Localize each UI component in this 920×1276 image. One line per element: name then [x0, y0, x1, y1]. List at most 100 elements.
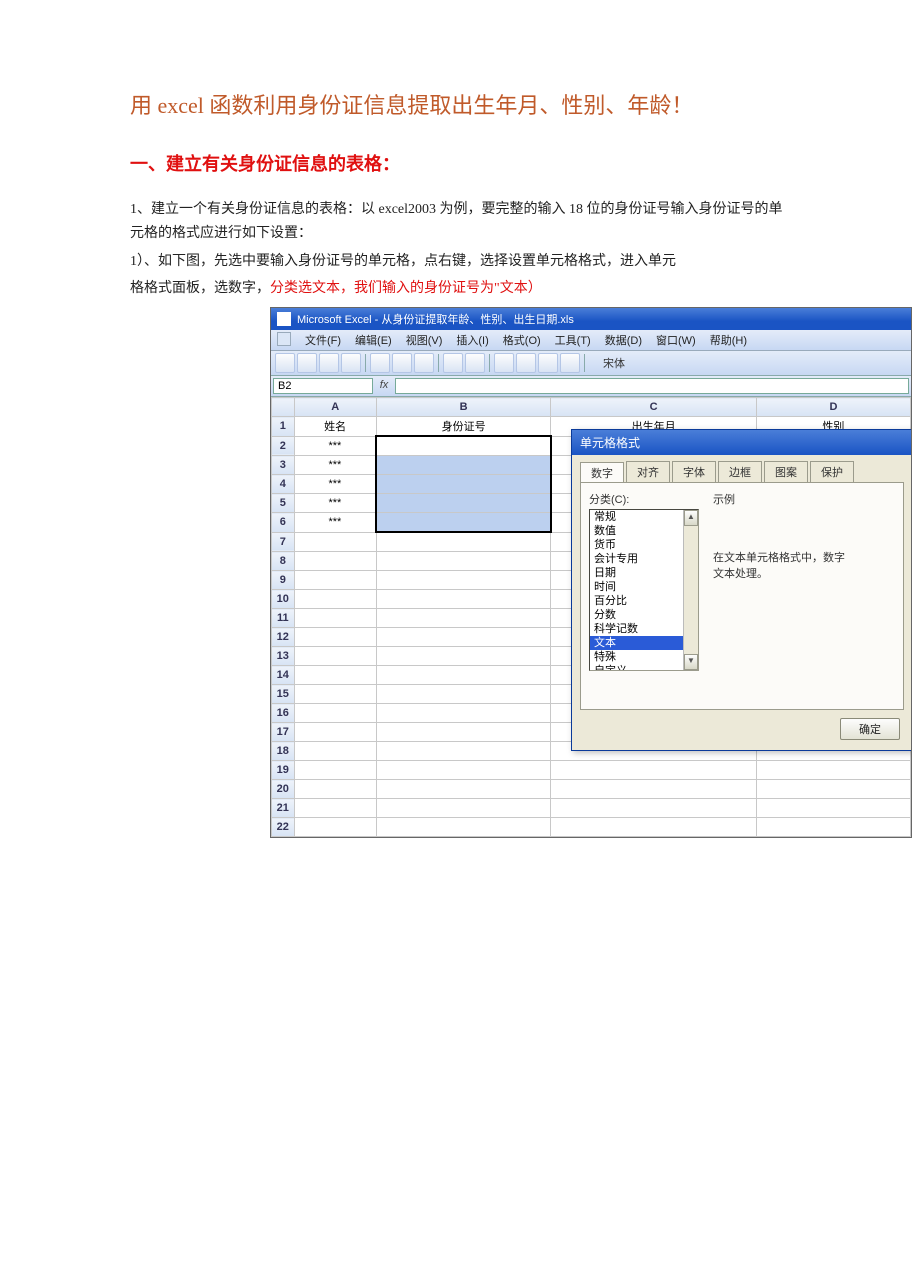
- cell[interactable]: [376, 742, 551, 761]
- list-item[interactable]: 百分比: [590, 594, 698, 608]
- row-header[interactable]: 10: [272, 590, 295, 609]
- menu-help[interactable]: 帮助(H): [710, 332, 747, 348]
- cell[interactable]: [376, 723, 551, 742]
- menu-bar[interactable]: 文件(F) 编辑(E) 视图(V) 插入(I) 格式(O) 工具(T) 数据(D…: [271, 330, 911, 351]
- row-header[interactable]: 4: [272, 475, 295, 494]
- cell[interactable]: [376, 609, 551, 628]
- scroll-down-icon[interactable]: ▼: [684, 654, 698, 670]
- menu-data[interactable]: 数据(D): [605, 332, 642, 348]
- menu-file[interactable]: 文件(F): [305, 332, 341, 348]
- row-header[interactable]: 16: [272, 704, 295, 723]
- list-item[interactable]: 数值: [590, 524, 698, 538]
- menu-edit[interactable]: 编辑(E): [355, 332, 392, 348]
- cell[interactable]: ***: [294, 436, 376, 456]
- cell[interactable]: [294, 742, 376, 761]
- cell[interactable]: [756, 780, 910, 799]
- cell[interactable]: [294, 532, 376, 552]
- cell[interactable]: [756, 818, 910, 837]
- menu-format[interactable]: 格式(O): [503, 332, 541, 348]
- menu-window[interactable]: 窗口(W): [656, 332, 696, 348]
- cell[interactable]: [294, 685, 376, 704]
- cell[interactable]: [756, 761, 910, 780]
- cell[interactable]: 身份证号: [376, 417, 551, 437]
- tab-alignment[interactable]: 对齐: [626, 461, 670, 482]
- col-header-C[interactable]: C: [551, 398, 756, 417]
- font-name-display[interactable]: 宋体: [603, 355, 625, 371]
- row-header[interactable]: 15: [272, 685, 295, 704]
- cell[interactable]: [551, 818, 756, 837]
- cell[interactable]: [294, 704, 376, 723]
- row-header[interactable]: 8: [272, 552, 295, 571]
- cell[interactable]: [551, 761, 756, 780]
- cell[interactable]: [376, 761, 551, 780]
- ok-button[interactable]: 确定: [840, 718, 900, 740]
- list-item[interactable]: 分数: [590, 608, 698, 622]
- cell[interactable]: [376, 704, 551, 723]
- cell[interactable]: [376, 532, 551, 552]
- row-header[interactable]: 21: [272, 799, 295, 818]
- toolbar-cut-icon[interactable]: [370, 353, 390, 373]
- cell[interactable]: ***: [294, 494, 376, 513]
- menu-view[interactable]: 视图(V): [406, 332, 443, 348]
- toolbar-new-icon[interactable]: [275, 353, 295, 373]
- cell[interactable]: [294, 590, 376, 609]
- tab-number[interactable]: 数字: [580, 462, 624, 483]
- cell[interactable]: [551, 799, 756, 818]
- list-item[interactable]: 特殊: [590, 650, 698, 664]
- cell[interactable]: 姓名: [294, 417, 376, 437]
- scrollbar[interactable]: ▲ ▼: [683, 510, 698, 670]
- tab-protection[interactable]: 保护: [810, 461, 854, 482]
- category-listbox[interactable]: 常规 数值 货币 会计专用 日期 时间 百分比 分数 科学记数 文本 特殊 自定…: [589, 509, 699, 671]
- cell[interactable]: [551, 780, 756, 799]
- selected-cell[interactable]: [376, 475, 551, 494]
- cell[interactable]: [294, 799, 376, 818]
- cell[interactable]: [294, 571, 376, 590]
- list-item[interactable]: 货币: [590, 538, 698, 552]
- name-box[interactable]: B2: [273, 378, 373, 394]
- tab-pattern[interactable]: 图案: [764, 461, 808, 482]
- col-header-A[interactable]: A: [294, 398, 376, 417]
- selected-cell[interactable]: [376, 513, 551, 533]
- row-header[interactable]: 3: [272, 456, 295, 475]
- cell[interactable]: [376, 666, 551, 685]
- toolbar-redo-icon[interactable]: [465, 353, 485, 373]
- toolbar-chart-icon[interactable]: [538, 353, 558, 373]
- list-item[interactable]: 自定义: [590, 664, 698, 671]
- row-header[interactable]: 2: [272, 436, 295, 456]
- cell[interactable]: [376, 780, 551, 799]
- cell[interactable]: [294, 780, 376, 799]
- row-header[interactable]: 7: [272, 532, 295, 552]
- cell[interactable]: [376, 799, 551, 818]
- cell[interactable]: [294, 647, 376, 666]
- cell[interactable]: [294, 818, 376, 837]
- col-header-D[interactable]: D: [756, 398, 910, 417]
- tab-font[interactable]: 字体: [672, 461, 716, 482]
- cell[interactable]: [376, 552, 551, 571]
- row-header[interactable]: 12: [272, 628, 295, 647]
- cell[interactable]: [294, 552, 376, 571]
- list-item-selected[interactable]: 文本: [590, 636, 698, 650]
- toolbar-sort-icon[interactable]: [516, 353, 536, 373]
- toolbar-print-icon[interactable]: [341, 353, 361, 373]
- row-header[interactable]: 20: [272, 780, 295, 799]
- cell[interactable]: [294, 666, 376, 685]
- list-item[interactable]: 时间: [590, 580, 698, 594]
- row-header[interactable]: 1: [272, 417, 295, 437]
- cell[interactable]: [376, 571, 551, 590]
- selected-cell[interactable]: [376, 494, 551, 513]
- cell[interactable]: ***: [294, 475, 376, 494]
- cell[interactable]: [376, 590, 551, 609]
- toolbar-help-icon[interactable]: [560, 353, 580, 373]
- toolbar-paste-icon[interactable]: [414, 353, 434, 373]
- tab-border[interactable]: 边框: [718, 461, 762, 482]
- cell[interactable]: [376, 628, 551, 647]
- toolbar-undo-icon[interactable]: [443, 353, 463, 373]
- select-all-corner[interactable]: [272, 398, 295, 417]
- cell[interactable]: ***: [294, 456, 376, 475]
- menu-insert[interactable]: 插入(I): [456, 332, 488, 348]
- selected-cell[interactable]: [376, 436, 551, 456]
- toolbar-open-icon[interactable]: [297, 353, 317, 373]
- row-header[interactable]: 13: [272, 647, 295, 666]
- list-item[interactable]: 科学记数: [590, 622, 698, 636]
- toolbar-save-icon[interactable]: [319, 353, 339, 373]
